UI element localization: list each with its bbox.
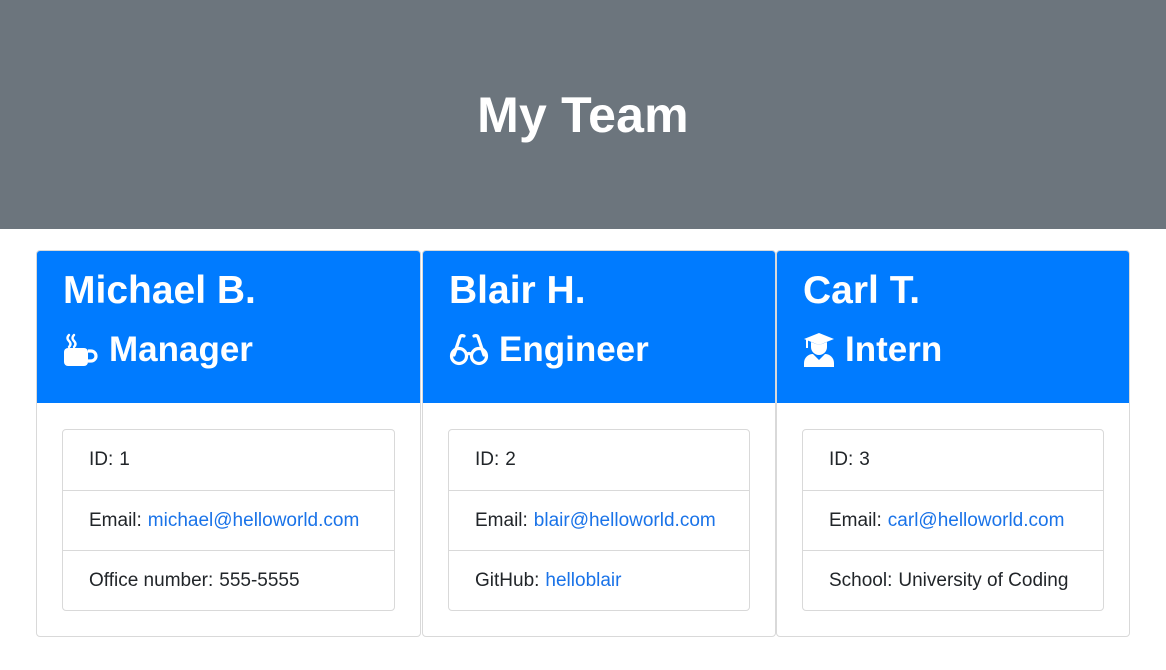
id-item: ID: 3 [803, 430, 1103, 490]
employee-card-manager: Michael B. Manager ID: 1 Email: michael@… [36, 250, 421, 637]
employee-name: Carl T. [803, 269, 921, 312]
school-value: University of Coding [898, 569, 1069, 591]
card-header: Blair H. Engineer [423, 251, 775, 403]
graduate-icon [803, 332, 835, 368]
github-item: GitHub: helloblair [449, 550, 749, 610]
employee-role: Manager [63, 328, 394, 372]
email-label: Email: [89, 509, 142, 531]
glasses-icon [449, 333, 489, 367]
card-header: Carl T. Intern [777, 251, 1129, 403]
card-header: Michael B. Manager [37, 251, 420, 403]
id-label: ID: [475, 449, 500, 470]
role-label: Intern [845, 330, 943, 369]
details-list: ID: 1 Email: michael@helloworld.com Offi… [62, 429, 395, 611]
email-link[interactable]: blair@helloworld.com [534, 510, 716, 532]
card-body: ID: 2 Email: blair@helloworld.com GitHub… [423, 403, 775, 611]
page-title: My Team [477, 86, 689, 143]
office-number-value: 555-5555 [219, 569, 300, 591]
id-item: ID: 2 [449, 430, 749, 490]
page-header: My Team [0, 0, 1166, 229]
id-label: ID: [829, 449, 854, 470]
employee-name: Blair H. [449, 269, 586, 312]
employee-card-engineer: Blair H. Engineer ID: 2 Email: blair@hel… [422, 250, 776, 637]
email-item: Email: michael@helloworld.com [63, 490, 394, 550]
github-label: GitHub: [475, 569, 540, 591]
card-body: ID: 1 Email: michael@helloworld.com Offi… [37, 403, 420, 611]
id-label: ID: [89, 449, 114, 470]
details-list: ID: 2 Email: blair@helloworld.com GitHub… [448, 429, 750, 611]
id-item: ID: 1 [63, 430, 394, 490]
email-label: Email: [829, 509, 882, 531]
employee-card-intern: Carl T. Intern ID: 3 Email: carl@hellowo… [776, 250, 1130, 637]
email-item: Email: blair@helloworld.com [449, 490, 749, 550]
role-label: Engineer [499, 330, 649, 369]
details-list: ID: 3 Email: carl@helloworld.com School:… [802, 429, 1104, 611]
employee-role: Engineer [449, 328, 749, 372]
id-value: 1 [119, 449, 130, 470]
coffee-mug-icon [63, 332, 99, 368]
school-item: School: University of Coding [803, 550, 1103, 610]
role-label: Manager [109, 330, 253, 369]
email-item: Email: carl@helloworld.com [803, 490, 1103, 550]
employee-role: Intern [803, 328, 1103, 372]
school-label: School: [829, 569, 893, 591]
email-link[interactable]: carl@helloworld.com [888, 510, 1065, 532]
card-body: ID: 3 Email: carl@helloworld.com School:… [777, 403, 1129, 611]
email-label: Email: [475, 509, 528, 531]
github-link[interactable]: helloblair [545, 570, 621, 592]
id-value: 3 [859, 449, 870, 470]
office-number-label: Office number: [89, 569, 214, 591]
employee-name: Michael B. [63, 269, 256, 312]
email-link[interactable]: michael@helloworld.com [148, 510, 359, 532]
office-number-item: Office number: 555-5555 [63, 550, 394, 610]
id-value: 2 [505, 449, 516, 470]
